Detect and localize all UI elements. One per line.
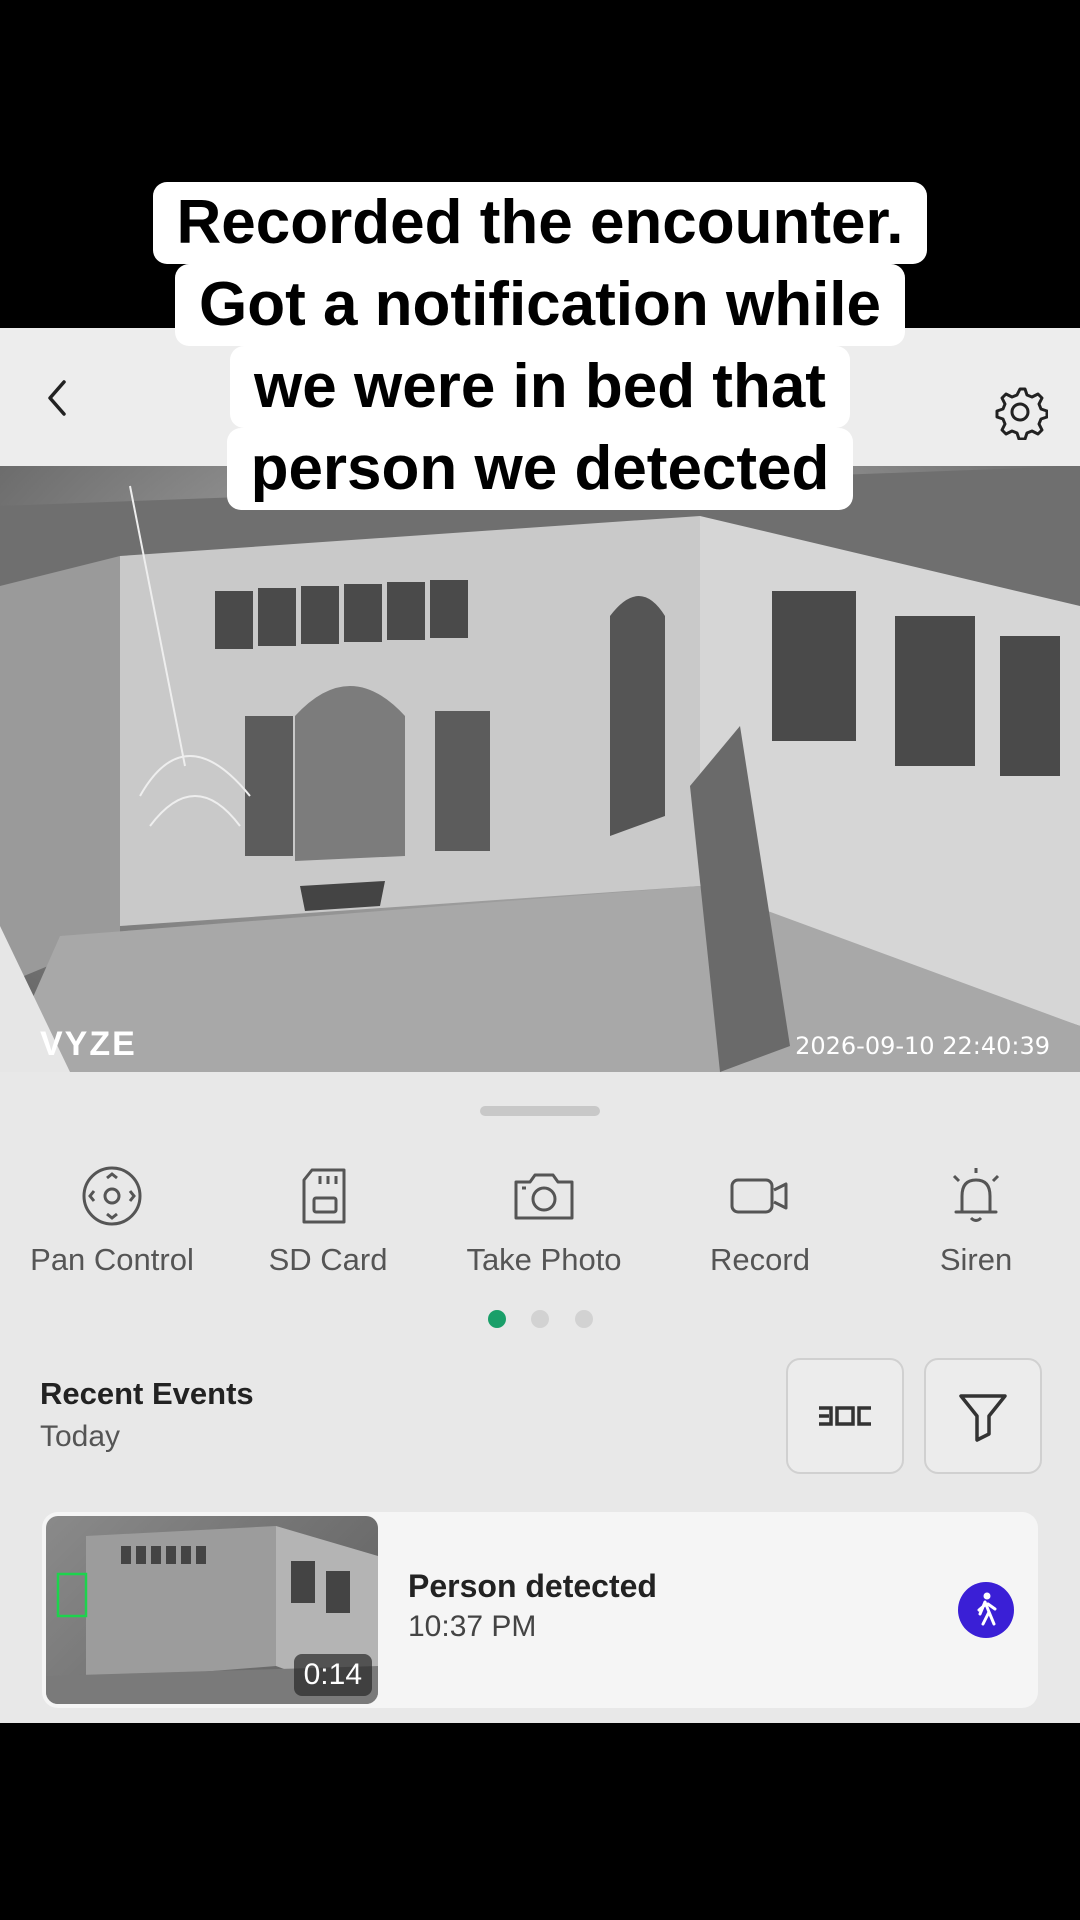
page-dot-2[interactable] [531, 1310, 549, 1328]
action-label: Take Photo [466, 1242, 622, 1277]
camera-icon [514, 1173, 574, 1220]
filter-icon [959, 1394, 1007, 1442]
page-dot-1[interactable] [488, 1310, 506, 1328]
action-label: Pan Control [30, 1242, 194, 1277]
event-thumbnail[interactable]: 0:14 [46, 1516, 378, 1704]
sd-card-button[interactable]: SD Card [228, 1164, 428, 1278]
page-indicator [0, 1310, 1080, 1330]
event-type-badge [958, 1582, 1014, 1638]
pan-control-icon [82, 1166, 142, 1226]
recent-events-subtitle: Today [40, 1420, 121, 1453]
action-label: Siren [939, 1242, 1013, 1277]
record-button[interactable]: Record [660, 1164, 860, 1278]
camera-app: VYZE 2026-09-10 22:40:39 Pan Control SD … [0, 328, 1080, 1723]
siren-button[interactable]: Siren [876, 1164, 1076, 1278]
pan-control-button[interactable]: Pan Control [12, 1164, 212, 1278]
action-label: SD Card [268, 1242, 388, 1277]
caption-line: Recorded the encounter. [152, 182, 928, 264]
take-photo-button[interactable]: Take Photo [444, 1164, 644, 1278]
sheet-drag-handle[interactable] [480, 1106, 600, 1116]
video-caption: Recorded the encounter. Got a notificati… [0, 182, 1080, 510]
caption-line: we were in bed that [230, 346, 850, 428]
timeline-icon [819, 1406, 871, 1426]
live-camera-view[interactable]: VYZE 2026-09-10 22:40:39 [0, 466, 1080, 1072]
sd-card-icon [302, 1168, 346, 1224]
camera-scene [0, 466, 1080, 1072]
event-item[interactable]: 0:14 Person detected 10:37 PM [42, 1512, 1038, 1708]
event-title: Person detected [408, 1568, 657, 1604]
event-time: 10:37 PM [408, 1610, 537, 1643]
siren-icon [952, 1168, 1000, 1222]
filter-button[interactable] [924, 1358, 1042, 1474]
camera-timestamp: 2026-09-10 22:40:39 [795, 1032, 1050, 1060]
timeline-view-button[interactable] [786, 1358, 904, 1474]
action-label: Record [710, 1242, 810, 1277]
camera-actions: Pan Control SD Card Take Photo Record Si… [0, 1164, 1080, 1284]
caption-line: Got a notification while [175, 264, 905, 346]
event-duration: 0:14 [293, 1654, 372, 1696]
caption-line: person we detected [226, 428, 854, 510]
recent-events-title: Recent Events [40, 1376, 254, 1411]
video-camera-icon [730, 1178, 788, 1214]
camera-watermark: VYZE [40, 1025, 137, 1063]
person-walking-icon [977, 1592, 997, 1626]
recent-events-header: Recent Events Today [40, 1376, 254, 1454]
page-dot-3[interactable] [575, 1310, 593, 1328]
